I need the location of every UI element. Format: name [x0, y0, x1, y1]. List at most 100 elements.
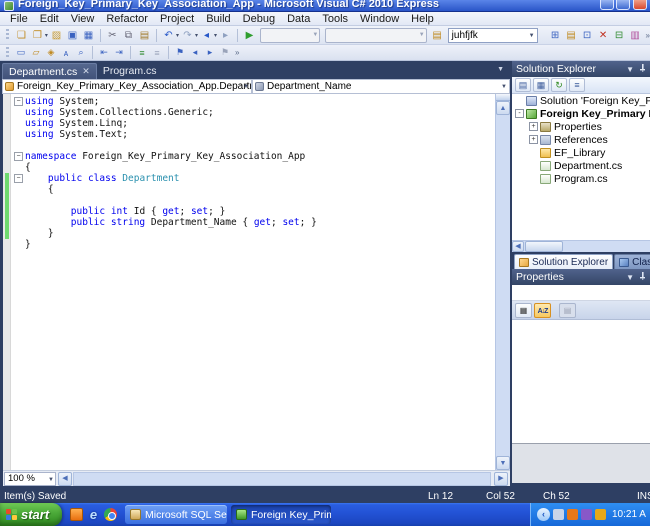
undo-icon[interactable]: ↶ [161, 28, 176, 42]
navigate-forward-icon[interactable]: ▸ [218, 28, 233, 42]
menu-window[interactable]: Window [354, 12, 405, 26]
menu-file[interactable]: File [4, 12, 34, 26]
menu-project[interactable]: Project [154, 12, 200, 26]
menu-edit[interactable]: Edit [34, 12, 65, 26]
code-line[interactable]: − namespace Foreign_Key_Primary_Key_Assoc… [12, 151, 494, 162]
code-line[interactable]: } [12, 239, 494, 250]
menu-data[interactable]: Data [281, 12, 316, 26]
menu-tools[interactable]: Tools [316, 12, 354, 26]
tab-program-cs[interactable]: Program.cs [97, 63, 163, 79]
display-object-member-list-icon[interactable]: ▭ [14, 46, 28, 59]
editor-horizontal-scrollbar[interactable] [73, 471, 491, 486]
tree-item-solution-foreign-key-primary-k[interactable]: Solution 'Foreign Key_Primary Key_A [512, 94, 650, 107]
close-tab-icon[interactable]: ✕ [82, 66, 90, 77]
scroll-left-icon[interactable]: ◀ [58, 471, 72, 486]
solution-configurations-dropdown[interactable]: ▼ [259, 27, 321, 43]
properties-object-dropdown[interactable] [512, 285, 650, 301]
alphabetical-sort-icon[interactable]: A↓Z [534, 302, 551, 318]
members-dropdown[interactable]: Department_Name ▼ [252, 79, 510, 94]
tree-item-foreign-key-primary-key-a[interactable]: - Foreign Key_Primary Key_A [512, 107, 650, 120]
tray-windows-update-icon[interactable] [581, 509, 592, 520]
code-line[interactable]: public int Id { get; set; } [12, 206, 494, 217]
save-all-icon[interactable]: ▦ [81, 28, 96, 42]
decrease-indent-icon[interactable]: ⇤ [97, 46, 111, 59]
solution-platforms-dropdown[interactable]: ▼ [325, 27, 427, 43]
collapse-region-icon[interactable]: − [14, 97, 23, 106]
scroll-up-icon[interactable]: ▲ [496, 101, 510, 115]
menu-debug[interactable]: Debug [237, 12, 281, 26]
tree-item-properties[interactable]: + Properties [512, 120, 650, 133]
code-line[interactable]: public string Department_Name { get; set… [12, 217, 494, 228]
find-combo-input[interactable]: juhfjfk [447, 27, 538, 43]
solution-explorer-horizontal-scrollbar[interactable]: ◀ [512, 240, 650, 252]
view-code-icon[interactable]: ≡ [569, 78, 585, 92]
tray-messenger-icon[interactable] [553, 509, 564, 520]
window-position-dropdown-icon[interactable]: ▼ [626, 273, 634, 282]
outlining-margin[interactable]: − [12, 151, 25, 162]
collapse-region-icon[interactable]: − [14, 152, 23, 161]
notebook-icon[interactable]: ▤ [430, 28, 445, 42]
collapse-icon[interactable]: - [515, 109, 524, 118]
code-line[interactable] [12, 140, 494, 151]
scroll-left-icon[interactable]: ◀ [512, 241, 524, 252]
code-line[interactable]: using System.Collections.Generic; [12, 107, 494, 118]
save-icon[interactable]: ▣ [65, 28, 80, 42]
outlining-margin[interactable]: − [12, 96, 25, 107]
tab-department-cs[interactable]: Department.cs ✕ [2, 63, 97, 79]
tree-item-ef-library[interactable]: EF_Library [512, 146, 650, 159]
auto-hide-pin-icon[interactable] [639, 64, 646, 74]
minimize-button[interactable] [600, 0, 614, 10]
clear-bookmarks-icon[interactable]: ⚑ [218, 46, 232, 59]
find-combo-arrow-icon[interactable]: ▼ [529, 33, 535, 39]
scroll-down-icon[interactable]: ▼ [496, 456, 510, 470]
next-bookmark-icon[interactable]: ▸ [203, 46, 217, 59]
expand-icon[interactable]: + [529, 122, 538, 131]
comment-selection-icon[interactable]: ≡ [135, 46, 149, 59]
display-parameter-info-icon[interactable]: ▱ [29, 46, 43, 59]
properties-window-icon[interactable]: ▤ [564, 28, 579, 42]
code-line[interactable]: } [12, 228, 494, 239]
menu-view[interactable]: View [65, 12, 101, 26]
outlining-margin[interactable]: − [12, 173, 25, 184]
toggle-bookmark-icon[interactable]: ⚑ [173, 46, 187, 59]
code-line[interactable]: { [12, 162, 494, 173]
code-line[interactable] [12, 195, 494, 206]
hide-tray-icons-icon[interactable]: ‹ [537, 508, 550, 521]
solution-explorer-icon[interactable]: ⊞ [548, 28, 563, 42]
navigate-backward-icon-dropdown[interactable]: ▾ [214, 32, 217, 39]
display-quick-info-icon[interactable]: ◈ [44, 46, 58, 59]
object-browser-icon[interactable]: ⊡ [580, 28, 595, 42]
start-button[interactable]: start [0, 503, 62, 526]
categorized-icon[interactable]: ▦ [515, 302, 532, 318]
expand-icon[interactable]: + [529, 135, 538, 144]
panel-tab-solution-explorer[interactable]: Solution Explorer [514, 254, 614, 269]
auto-hide-pin-icon[interactable] [639, 272, 646, 282]
code-line[interactable]: { [12, 184, 494, 195]
properties-titlebar[interactable]: Properties ▼ [512, 269, 650, 285]
code-line[interactable]: − public class Department [12, 173, 494, 184]
add-new-item-icon[interactable]: ❐ [30, 28, 45, 42]
refresh-icon[interactable]: ↻ [551, 78, 567, 92]
splitter-grip[interactable] [496, 94, 510, 101]
maximize-button[interactable] [616, 0, 630, 10]
menu-help[interactable]: Help [405, 12, 440, 26]
tree-item-program-cs[interactable]: Program.cs [512, 172, 650, 185]
editor-vertical-scrollbar[interactable]: ▲ ▼ [495, 94, 510, 470]
solution-explorer-titlebar[interactable]: Solution Explorer ▼ [512, 61, 650, 77]
navigate-backward-icon[interactable]: ◂ [199, 28, 214, 42]
property-pages-icon[interactable]: ▤ [559, 302, 576, 318]
zoom-dropdown[interactable]: 100 % ▼ [4, 471, 56, 486]
scrollbar-thumb[interactable] [525, 241, 563, 252]
code-line[interactable]: using System.Linq; [12, 118, 494, 129]
show-all-files-icon[interactable]: ▦ [533, 78, 549, 92]
cut-icon[interactable]: ✂ [105, 28, 120, 42]
scroll-right-icon[interactable]: ▶ [494, 471, 508, 486]
code-editor[interactable]: − using System; using System.Collections.G… [3, 94, 510, 470]
document-list-dropdown-icon[interactable]: ▼ [497, 66, 504, 73]
menu-refactor[interactable]: Refactor [100, 12, 154, 26]
increase-indent-icon[interactable]: ⇥ [112, 46, 126, 59]
new-project-icon[interactable]: ❏ [14, 28, 29, 42]
properties-grid[interactable] [512, 320, 650, 443]
taskbar-button-sql[interactable]: Microsoft SQL Server ... [125, 505, 227, 524]
tray-security-icon[interactable] [595, 509, 606, 520]
